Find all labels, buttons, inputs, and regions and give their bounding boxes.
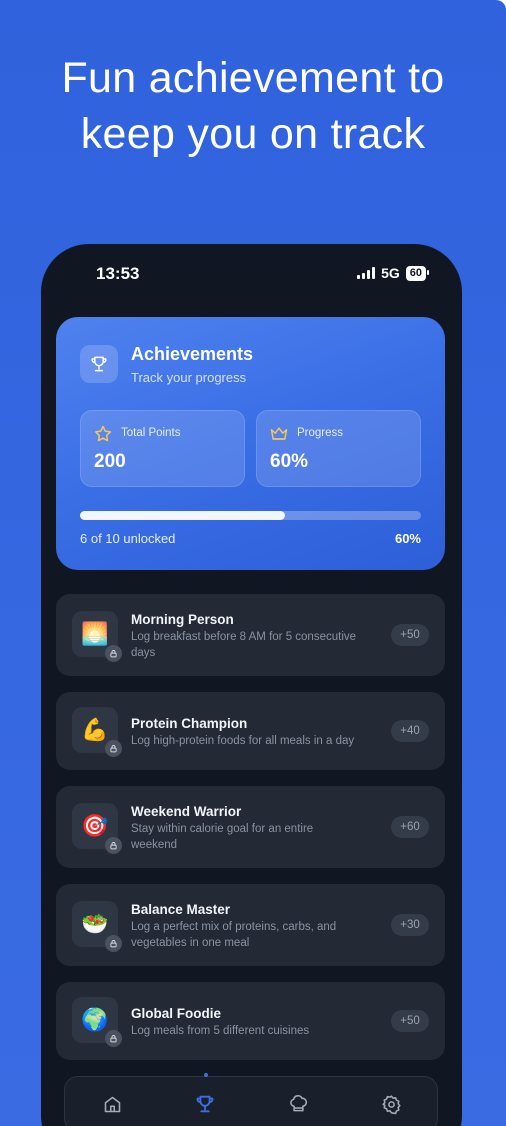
headline-line-1: Fun achievement to [61,54,445,102]
achievements-summary-card: Achievements Track your progress Total P… [56,317,445,570]
signal-icon [357,267,376,279]
achievement-description: Log breakfast before 8 AM for 5 consecut… [131,631,357,659]
achievement-card[interactable]: 🥗 Balance Master Log a perfect mix of pr… [56,884,445,966]
status-indicators: 5G 60 [357,265,430,281]
total-points-stat: Total Points 200 [80,410,245,487]
crown-icon [269,424,289,449]
lock-icon [105,935,122,952]
achievements-title: Achievements [131,344,254,364]
home-icon[interactable] [100,1092,124,1116]
progress-stat: Progress 60% [256,410,421,487]
status-bar: 13:53 5G 60 [41,262,462,286]
unlock-progress-bar [80,511,421,520]
total-points-value: 200 [94,451,126,472]
achievement-description: Stay within calorie goal for an entire w… [131,823,314,851]
lock-icon [105,1030,122,1047]
achievement-points: +50 [391,624,429,646]
gear-icon[interactable] [379,1092,403,1116]
promo-headline: Fun achievement to keep you on track [0,50,506,162]
star-icon [93,424,113,449]
chef-hat-icon[interactable] [286,1092,310,1116]
battery-icon: 60 [405,265,430,281]
progress-value: 60% [270,451,309,472]
network-label: 5G [381,265,400,281]
achievement-description: Log meals from 5 different cuisines [131,1025,310,1037]
achievement-card[interactable]: 🌅 Morning Person Log breakfast before 8 … [56,594,445,676]
achievement-title: Balance Master [131,902,231,917]
unlock-progress-fill [80,511,285,520]
promo-background: Fun achievement to keep you on track 13:… [0,0,506,1126]
progress-label: Progress [297,427,344,439]
headline-line-2: keep you on track [80,110,426,158]
lock-icon [105,645,122,662]
status-time: 13:53 [96,264,140,283]
lock-icon [105,740,122,757]
achievement-title: Global Foodie [131,1006,221,1021]
achievement-points: +40 [391,720,429,742]
achievement-card[interactable]: 🎯 Weekend Warrior Stay within calorie go… [56,786,445,868]
achievement-title: Morning Person [131,612,234,627]
achievements-subtitle: Track your progress [131,370,247,385]
achievement-points: +30 [391,914,429,936]
achievement-description: Log high-protein foods for all meals in … [131,735,355,747]
achievement-points: +60 [391,816,429,838]
total-points-label: Total Points [121,427,181,439]
unlocked-count: 6 of 10 unlocked [80,531,176,546]
achievement-card[interactable]: 🌍 Global Foodie Log meals from 5 differe… [56,982,445,1060]
phone-frame: 13:53 5G 60 Achievements Track your prog… [41,244,462,1126]
bottom-nav [64,1073,438,1126]
lock-icon [105,837,122,854]
trophy-icon[interactable] [193,1092,217,1116]
achievement-card[interactable]: 💪 Protein Champion Log high-protein food… [56,692,445,770]
achievement-title: Weekend Warrior [131,804,242,819]
unlocked-percent: 60% [394,531,421,546]
achievement-title: Protein Champion [131,716,248,731]
active-indicator [204,1073,208,1077]
achievement-description: Log a perfect mix of proteins, carbs, an… [131,921,337,949]
achievement-points: +50 [391,1010,429,1032]
trophy-icon [80,345,118,383]
